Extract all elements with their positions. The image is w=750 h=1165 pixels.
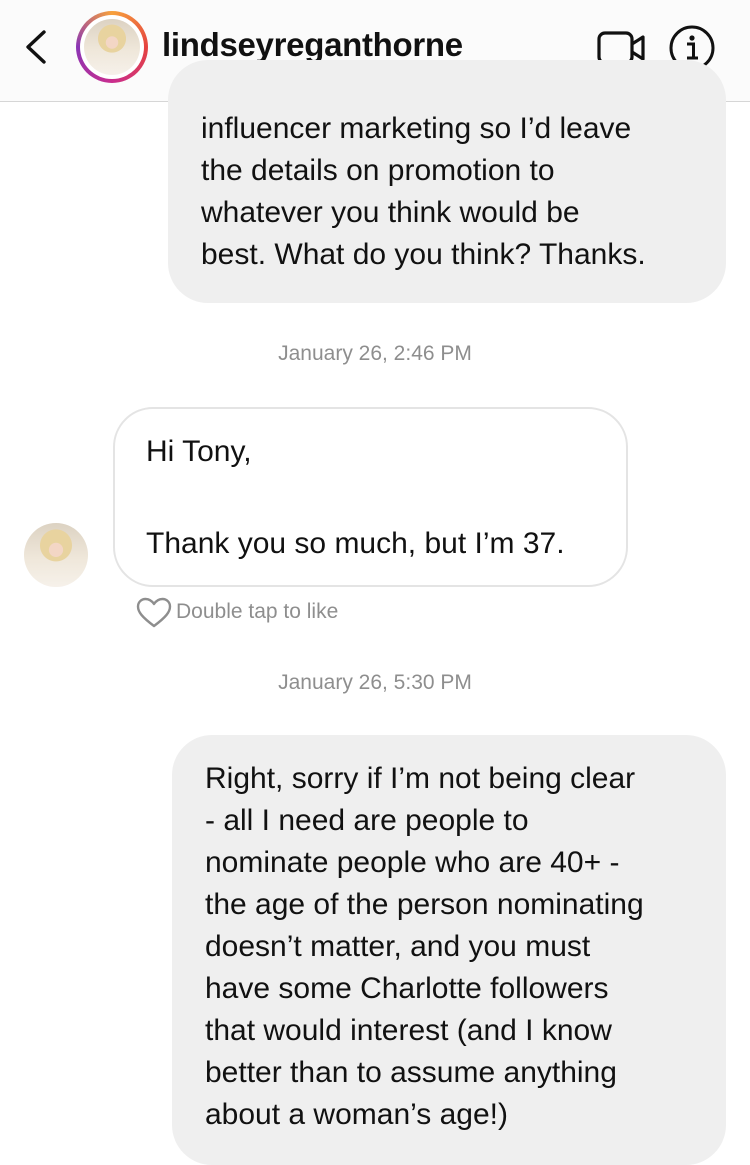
message-line: influencer marketing so I’d leave [201, 112, 632, 145]
message-line: Thank you so much, but I’m 37. [146, 527, 565, 560]
message-line: doesn’t matter, and you must [205, 930, 591, 963]
message-line: nominate people who are 40+ - [205, 846, 620, 879]
sender-avatar[interactable] [24, 523, 88, 587]
sent-message-bubble[interactable]: Right, sorry if I’m not being clear - al… [172, 735, 726, 1165]
back-button[interactable] [18, 22, 58, 72]
message-line: have some Charlotte followers [205, 972, 609, 1005]
message-line: whatever you think would be [201, 196, 580, 229]
message-timestamp: January 26, 2:46 PM [278, 342, 472, 365]
message-line: the age of the person nominating [205, 888, 644, 921]
heart-icon [136, 597, 172, 628]
chevron-left-icon [26, 30, 46, 64]
message-line: better than to assume anything [205, 1056, 617, 1089]
message-line: about a woman’s age!) [205, 1098, 508, 1131]
message-line: Hi Tony, [146, 435, 252, 468]
message-line: the details on promotion to [201, 154, 555, 187]
message-timestamp: January 26, 5:30 PM [278, 671, 472, 694]
like-hint-text: Double tap to like [176, 600, 339, 623]
sent-message-bubble[interactable]: influencer marketing so I’d leave the de… [168, 60, 726, 303]
received-message-bubble[interactable]: Hi Tony, Thank you so much, but I’m 37. [113, 407, 628, 587]
message-line: Right, sorry if I’m not being clear [205, 762, 636, 795]
username[interactable]: lindseyreganthorne [162, 26, 463, 64]
profile-avatar[interactable] [76, 11, 148, 83]
avatar-photo [84, 19, 140, 75]
message-line: best. What do you think? Thanks. [201, 238, 646, 271]
message-line: - all I need are people to [205, 804, 529, 837]
message-line: that would interest (and I know [205, 1014, 612, 1047]
